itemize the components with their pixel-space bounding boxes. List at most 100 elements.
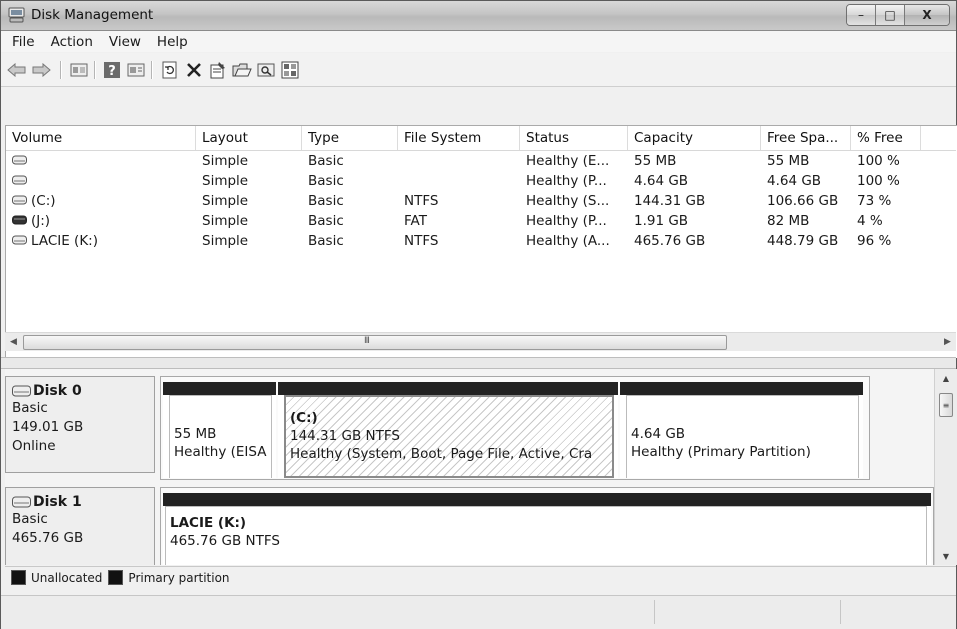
- disk-icon: [12, 385, 31, 397]
- status-panel: [654, 600, 841, 624]
- volume-layout: Simple: [202, 233, 249, 249]
- volume-row[interactable]: LACIE (K:) Simple Basic NTFS Healthy (A.…: [6, 231, 956, 251]
- legend-primary-partition: Primary partition: [128, 570, 230, 585]
- close-button[interactable]: X: [905, 5, 949, 25]
- scroll-down-icon[interactable]: ▼: [935, 547, 957, 565]
- volume-row[interactable]: (J:) Simple Basic FAT Healthy (P... 1.91…: [6, 211, 956, 231]
- column-status[interactable]: Status: [520, 126, 628, 150]
- partition-k[interactable]: LACIE (K:) 465.76 GB NTFS: [163, 493, 931, 565]
- delete-icon[interactable]: [184, 60, 204, 80]
- partition-status: Healthy (Primary Partition): [631, 444, 811, 460]
- volume-free-space: 448.79 GB: [767, 233, 839, 249]
- scroll-left-icon[interactable]: ◀: [5, 334, 22, 350]
- refresh-icon[interactable]: [160, 60, 180, 80]
- volume-capacity: 465.76 GB: [634, 233, 706, 249]
- partition-size: 4.64 GB: [631, 426, 686, 442]
- window-title: Disk Management: [31, 7, 154, 23]
- disk-state: Online: [12, 438, 56, 454]
- column-free-space[interactable]: Free Spa...: [761, 126, 851, 150]
- scroll-up-icon[interactable]: ▲: [935, 369, 957, 387]
- scroll-right-icon[interactable]: ▶: [939, 334, 956, 350]
- volume-capacity: 55 MB: [634, 153, 677, 169]
- unallocated-swatch: [11, 570, 26, 585]
- disk-name: Disk 0: [33, 383, 82, 399]
- column-file-system[interactable]: File System: [398, 126, 520, 150]
- volume-percent-free: 96 %: [857, 233, 892, 249]
- explore-icon[interactable]: [256, 60, 276, 80]
- menu-help[interactable]: Help: [149, 34, 196, 50]
- help-icon[interactable]: ?: [102, 60, 122, 80]
- partition-c[interactable]: (C:) 144.31 GB NTFS Healthy (System, Boo…: [278, 382, 618, 478]
- title-bar[interactable]: Disk Management – □ X: [1, 1, 956, 31]
- volume-row[interactable]: Simple Basic Healthy (E... 55 MB 55 MB 1…: [6, 151, 956, 171]
- menu-action[interactable]: Action: [43, 34, 101, 50]
- menu-view[interactable]: View: [101, 34, 149, 50]
- drive-icon: [12, 195, 27, 205]
- column-capacity[interactable]: Capacity: [628, 126, 761, 150]
- volume-row[interactable]: (C:) Simple Basic NTFS Healthy (S... 144…: [6, 191, 956, 211]
- volume-status: Healthy (A...: [526, 233, 610, 249]
- volume-layout: Simple: [202, 153, 249, 169]
- volume-capacity: 1.91 GB: [634, 213, 689, 229]
- volume-type: Basic: [308, 193, 344, 209]
- partition-size: 55 MB: [174, 426, 217, 442]
- maximize-button[interactable]: □: [876, 5, 905, 25]
- volume-name: (J:): [31, 213, 51, 229]
- partition-status: Healthy (EISA: [174, 444, 267, 460]
- partition-bar: [163, 493, 931, 506]
- properties-icon[interactable]: [208, 60, 228, 80]
- volume-name: (C:): [31, 193, 56, 209]
- volume-type: Basic: [308, 213, 344, 229]
- minimize-button[interactable]: –: [847, 5, 876, 25]
- vertical-scrollbar[interactable]: ▲ ≡ ▼: [934, 369, 957, 565]
- disk-icon: [12, 496, 31, 508]
- volume-name: LACIE (K:): [31, 233, 98, 249]
- status-panel: [840, 600, 956, 624]
- list-view-icon[interactable]: [126, 60, 146, 80]
- horizontal-scrollbar[interactable]: ◀ III ▶: [5, 332, 956, 351]
- partition[interactable]: 4.64 GB Healthy (Primary Partition): [620, 382, 863, 478]
- volume-layout: Simple: [202, 213, 249, 229]
- disk-0-label[interactable]: Disk 0 Basic 149.01 GB Online: [5, 376, 155, 473]
- minimize-icon: –: [858, 8, 864, 22]
- toolbar-separator: [151, 61, 153, 79]
- volume-row[interactable]: Simple Basic Healthy (P... 4.64 GB 4.64 …: [6, 171, 956, 191]
- volume-type: Basic: [308, 233, 344, 249]
- volume-file-system: [398, 171, 520, 191]
- volume-free-space: 55 MB: [767, 153, 810, 169]
- back-icon[interactable]: [7, 60, 27, 80]
- disk-map: Disk 0 Basic 149.01 GB Online 55 MB Heal…: [5, 369, 934, 565]
- partition-label: (C:): [290, 410, 318, 426]
- disk-type: Basic: [12, 511, 48, 527]
- drive-icon: [12, 175, 27, 185]
- menu-file[interactable]: File: [1, 34, 43, 50]
- disk-management-window: Disk Management – □ X File Action View H…: [0, 0, 957, 629]
- toolbar-gap: [1, 87, 956, 124]
- volume-type: Basic: [308, 153, 344, 169]
- settings-icon[interactable]: [280, 60, 300, 80]
- column-volume[interactable]: Volume: [6, 126, 196, 150]
- horizontal-scroll-thumb[interactable]: III: [23, 335, 727, 350]
- partition[interactable]: 55 MB Healthy (EISA: [163, 382, 276, 478]
- properties-view-icon[interactable]: [69, 60, 89, 80]
- open-folder-icon[interactable]: [232, 60, 252, 80]
- status-bar: [1, 595, 956, 629]
- column-type[interactable]: Type: [302, 126, 398, 150]
- column-percent-free[interactable]: % Free: [851, 126, 921, 150]
- partition-size: 465.76 GB NTFS: [170, 533, 280, 549]
- disk-1-label[interactable]: Disk 1 Basic 465.76 GB: [5, 487, 155, 565]
- pane-splitter[interactable]: [1, 357, 956, 369]
- caption-buttons: – □ X: [846, 4, 950, 26]
- volume-status: Healthy (E...: [526, 153, 610, 169]
- vertical-scroll-thumb[interactable]: ≡: [939, 393, 953, 417]
- volume-percent-free: 100 %: [857, 173, 900, 189]
- column-layout[interactable]: Layout: [196, 126, 302, 150]
- volume-layout: Simple: [202, 173, 249, 189]
- volume-file-system: [398, 151, 520, 171]
- toolbar-separator: [60, 61, 62, 79]
- volume-free-space: 4.64 GB: [767, 173, 822, 189]
- drive-icon: [12, 155, 27, 165]
- forward-icon[interactable]: [31, 60, 51, 80]
- volume-status: Healthy (P...: [526, 213, 607, 229]
- partition-label: LACIE (K:): [170, 515, 247, 531]
